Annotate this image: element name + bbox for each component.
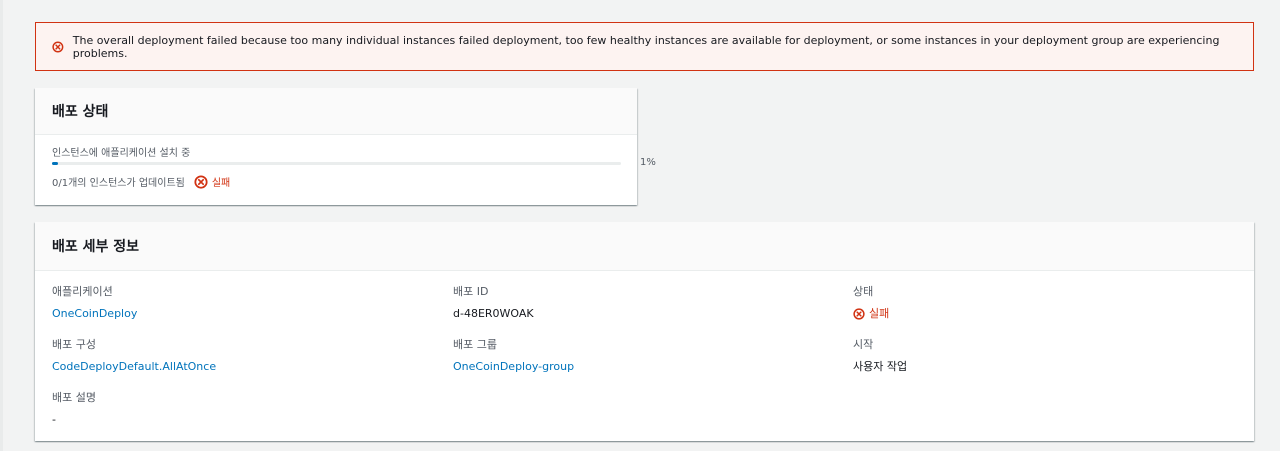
deployment-details-header: 배포 세부 정보 <box>35 222 1254 271</box>
deployment-id-field: 배포 ID d-48ER0WOAK <box>453 285 534 321</box>
start-value: 사용자 작업 <box>853 360 908 373</box>
progress-percent: 1% <box>640 157 656 168</box>
deployment-status-panel: 배포 상태 인스턴스에 애플리케이션 설치 중 1% 0/1개의 인스턴스가 업… <box>35 88 656 205</box>
deployment-group-label: 배포 그룹 <box>453 338 497 351</box>
application-field: 애플리케이션 OneCoinDeploy <box>52 285 137 321</box>
instances-status-row: 0/1개의 인스턴스가 업데이트됨 실패 <box>52 174 230 189</box>
deployment-group-link[interactable]: OneCoinDeploy-group <box>453 360 574 374</box>
left-panel-edge <box>0 0 3 451</box>
status-value-text: 실패 <box>869 307 890 320</box>
progress-bar-fill <box>52 162 58 165</box>
error-circle-icon <box>194 174 208 189</box>
deployment-config-link[interactable]: CodeDeployDefault.AllAtOnce <box>52 360 216 374</box>
deployment-details-title: 배포 세부 정보 <box>52 239 140 255</box>
deployment-config-label: 배포 구성 <box>52 338 96 351</box>
error-circle-icon <box>853 308 865 320</box>
application-link[interactable]: OneCoinDeploy <box>52 307 137 321</box>
status-value: 실패 <box>853 307 889 321</box>
progress-bar <box>52 162 621 165</box>
deployment-status-header: 배포 상태 <box>35 88 637 135</box>
start-field: 시작 사용자 작업 <box>853 338 907 374</box>
deployment-details-panel: 배포 세부 정보 애플리케이션 OneCoinDeploy 배포 ID d-48… <box>35 222 1254 441</box>
alert-message: The overall deployment failed because to… <box>72 33 1220 60</box>
deployment-status-body: 인스턴스에 애플리케이션 설치 중 1% 0/1개의 인스턴스가 업데이트됨 실… <box>35 135 656 205</box>
start-label: 시작 <box>853 338 874 351</box>
progress-label: 인스턴스에 애플리케이션 설치 중 <box>52 148 191 159</box>
error-alert: The overall deployment failed because to… <box>35 22 1254 71</box>
deployment-description-field: 배포 설명 - <box>52 391 96 427</box>
deployment-status-title: 배포 상태 <box>52 104 109 120</box>
deployment-id-value: d-48ER0WOAK <box>453 307 534 320</box>
application-label: 애플리케이션 <box>52 285 113 298</box>
instances-updated-text: 0/1개의 인스턴스가 업데이트됨 <box>52 178 185 189</box>
status-label: 상태 <box>853 285 874 298</box>
deployment-description-label: 배포 설명 <box>52 391 96 404</box>
status-field: 상태 실패 <box>853 285 889 321</box>
failed-status-text: 실패 <box>211 178 231 189</box>
deployment-id-label: 배포 ID <box>453 285 489 298</box>
deployment-group-field: 배포 그룹 OneCoinDeploy-group <box>453 338 574 374</box>
failed-status: 실패 <box>194 174 230 189</box>
deployment-config-field: 배포 구성 CodeDeployDefault.AllAtOnce <box>52 338 216 374</box>
error-circle-icon <box>52 40 64 53</box>
deployment-description-value: - <box>52 413 56 426</box>
